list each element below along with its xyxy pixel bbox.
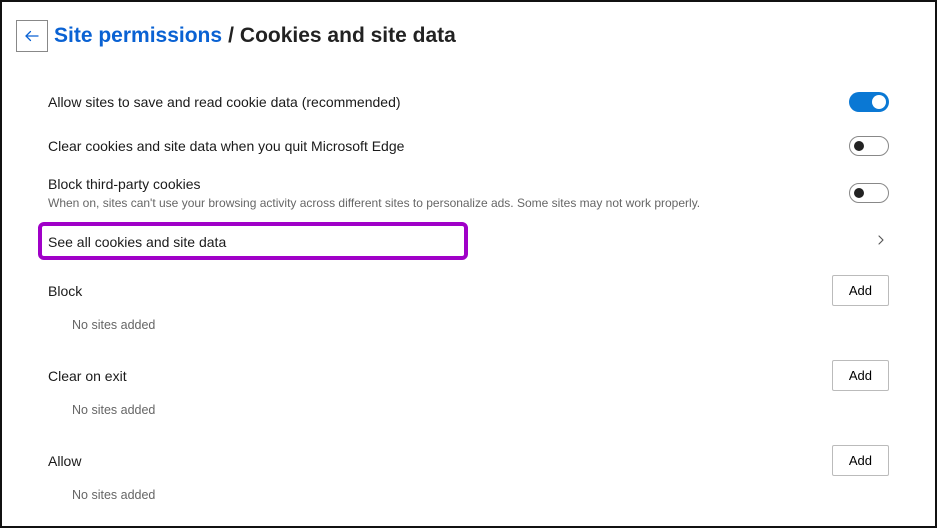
add-block-button[interactable]: Add xyxy=(832,275,889,306)
settings-content: Allow sites to save and read cookie data… xyxy=(2,80,935,520)
block-empty-text: No sites added xyxy=(48,312,889,350)
back-button[interactable] xyxy=(16,20,48,52)
setting-label: Allow sites to save and read cookie data… xyxy=(48,94,849,110)
breadcrumb-separator: / xyxy=(228,24,234,48)
breadcrumb-link-site-permissions[interactable]: Site permissions xyxy=(54,24,222,48)
setting-label: Block third-party cookies xyxy=(48,176,849,192)
page-header: Site permissions / Cookies and site data xyxy=(2,2,935,80)
setting-label: Clear cookies and site data when you qui… xyxy=(48,138,849,154)
setting-block-third-party: Block third-party cookies When on, sites… xyxy=(48,168,889,218)
breadcrumb-current: Cookies and site data xyxy=(240,24,456,48)
add-clear-on-exit-button[interactable]: Add xyxy=(832,360,889,391)
back-arrow-icon xyxy=(23,27,41,45)
chevron-right-icon xyxy=(873,232,889,251)
section-allow: Allow Add xyxy=(48,435,889,482)
toggle-allow-cookies[interactable] xyxy=(849,92,889,112)
setting-description: When on, sites can't use your browsing a… xyxy=(48,196,849,210)
nav-row-label: See all cookies and site data xyxy=(48,234,226,250)
section-title: Block xyxy=(48,283,82,299)
section-title: Allow xyxy=(48,453,81,469)
clear-on-exit-empty-text: No sites added xyxy=(48,397,889,435)
see-all-cookies-link[interactable]: See all cookies and site data xyxy=(48,218,889,265)
setting-allow-cookies: Allow sites to save and read cookie data… xyxy=(48,80,889,124)
toggle-clear-on-quit[interactable] xyxy=(849,136,889,156)
section-block: Block Add xyxy=(48,265,889,312)
allow-empty-text: No sites added xyxy=(48,482,889,520)
add-allow-button[interactable]: Add xyxy=(832,445,889,476)
breadcrumb: Site permissions / Cookies and site data xyxy=(54,24,456,48)
section-clear-on-exit: Clear on exit Add xyxy=(48,350,889,397)
setting-clear-on-quit: Clear cookies and site data when you qui… xyxy=(48,124,889,168)
section-title: Clear on exit xyxy=(48,368,127,384)
toggle-block-third-party[interactable] xyxy=(849,183,889,203)
